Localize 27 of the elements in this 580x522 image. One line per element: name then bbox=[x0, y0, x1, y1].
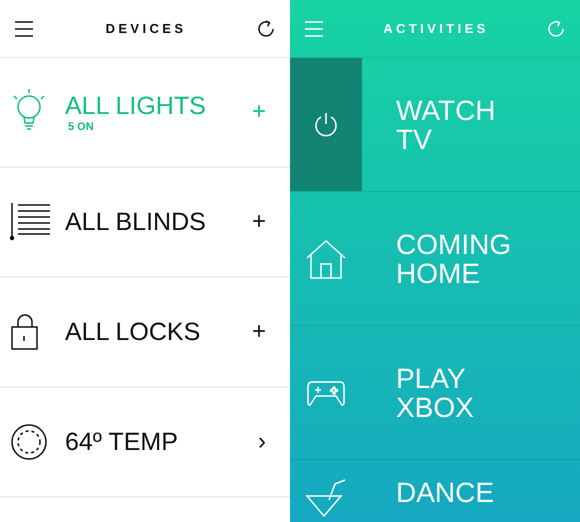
activity-label: DANCE bbox=[396, 476, 496, 510]
cocktail-icon bbox=[305, 478, 347, 518]
panel-title: ACTIVITIES bbox=[383, 21, 489, 36]
menu-button[interactable] bbox=[14, 20, 34, 38]
lock-icon bbox=[10, 313, 40, 351]
panel-title: DEVICES bbox=[106, 21, 186, 36]
device-label: ALL LOCKS bbox=[65, 318, 202, 346]
activity-label: PLAY XBOX bbox=[396, 362, 475, 424]
device-status: 5 ON bbox=[68, 120, 95, 132]
action-button[interactable]: + bbox=[252, 210, 266, 234]
menu-icon bbox=[304, 20, 324, 38]
menu-icon bbox=[14, 20, 34, 38]
power-icon bbox=[312, 110, 340, 138]
refresh-icon bbox=[258, 20, 276, 38]
refresh-icon bbox=[548, 20, 566, 38]
action-button[interactable]: + bbox=[252, 320, 266, 344]
activity-label: COMING HOME bbox=[396, 228, 512, 290]
activity-label: WATCH TV bbox=[396, 94, 497, 156]
action-button[interactable]: › bbox=[258, 430, 266, 454]
refresh-button[interactable] bbox=[258, 20, 276, 38]
device-label: ALL BLINDS bbox=[65, 208, 207, 236]
device-label: ALL LIGHTS bbox=[65, 92, 207, 120]
house-icon bbox=[305, 238, 347, 280]
gamepad-icon bbox=[306, 378, 346, 406]
blinds-icon bbox=[10, 201, 52, 243]
device-label: 64º TEMP bbox=[65, 428, 179, 456]
dial-icon bbox=[10, 423, 48, 461]
